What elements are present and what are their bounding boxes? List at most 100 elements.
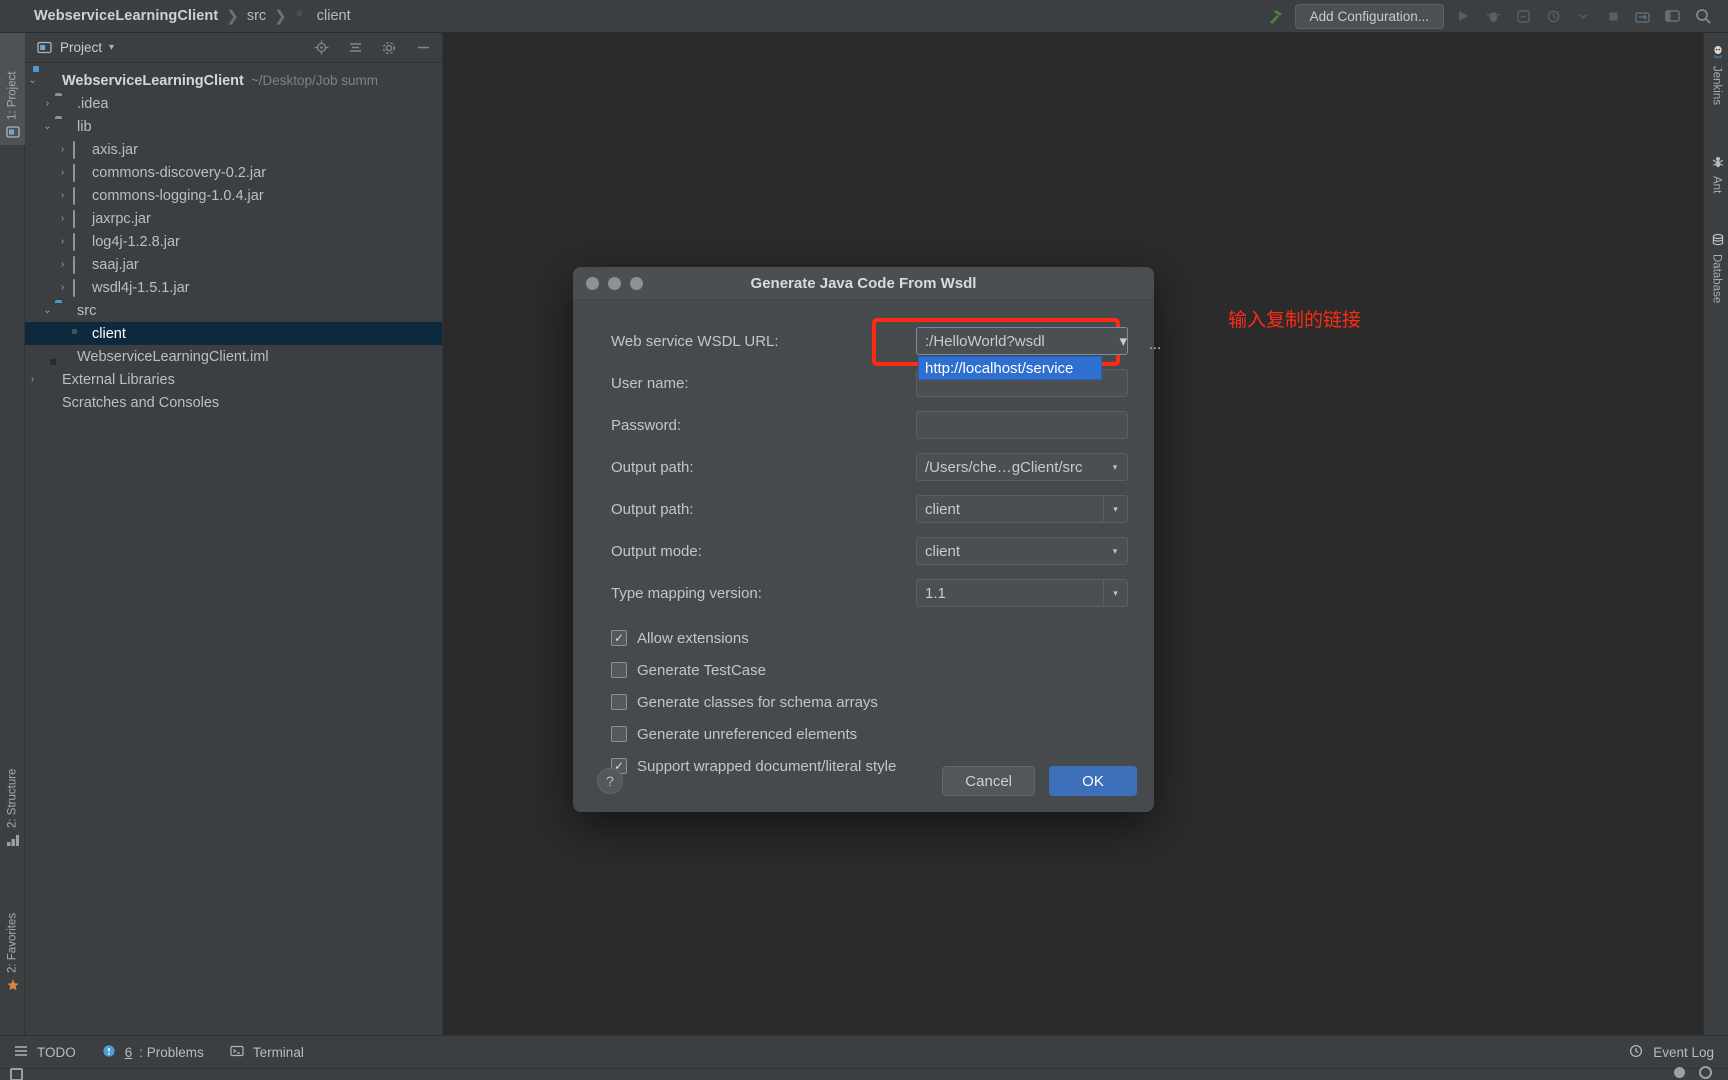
- hide-panel-icon[interactable]: [412, 37, 434, 59]
- output-mode-combo[interactable]: client ▾: [916, 537, 1128, 565]
- chevron-down-icon[interactable]: ▾: [1103, 454, 1127, 480]
- tree-disclosure-arrow-icon[interactable]: ›: [40, 98, 55, 109]
- tree-row[interactable]: › saaj.jar: [25, 253, 442, 276]
- type-mapping-version-combo[interactable]: 1.1 ▾: [916, 579, 1128, 607]
- checkbox-checked-icon[interactable]: ✓: [611, 630, 627, 646]
- help-button[interactable]: ?: [597, 768, 623, 794]
- tree-row[interactable]: ⌄ src: [25, 299, 442, 322]
- breadcrumb-client[interactable]: client: [295, 8, 351, 24]
- field-row-wsdl-url: Web service WSDL URL: 输入复制的链接 :/HelloWor…: [589, 309, 1361, 380]
- checkbox-unchecked-icon[interactable]: [611, 694, 627, 710]
- sidebar-item-jenkins[interactable]: Jenkins: [1704, 41, 1728, 135]
- tree-row-label: lib: [77, 118, 92, 135]
- tree-disclosure-arrow-icon[interactable]: ⌄: [25, 75, 40, 86]
- tree-row-label: log4j-1.2.8.jar: [92, 233, 180, 250]
- zoom-button[interactable]: [630, 276, 643, 290]
- tree-row[interactable]: › jaxrpc.jar: [25, 207, 442, 230]
- tree-disclosure-arrow-icon[interactable]: ›: [55, 282, 70, 293]
- wsdl-url-input[interactable]: :/HelloWorld?wsdl ▾: [916, 327, 1128, 355]
- locate-icon[interactable]: [310, 37, 332, 59]
- tree-row[interactable]: › wsdl4j-1.5.1.jar: [25, 276, 442, 299]
- run-coverage-icon[interactable]: [1512, 5, 1534, 27]
- wsdl-url-autocomplete-item[interactable]: http://localhost/service: [918, 356, 1102, 380]
- collapse-all-icon[interactable]: [344, 37, 366, 59]
- chevron-down-icon[interactable]: ▾: [1119, 332, 1127, 350]
- breadcrumb-src[interactable]: src: [247, 8, 266, 24]
- cancel-button[interactable]: Cancel: [942, 766, 1035, 796]
- bottom-item-terminal[interactable]: Terminal: [230, 1044, 304, 1060]
- close-button[interactable]: [586, 276, 599, 290]
- tree-row-selected[interactable]: client: [25, 322, 442, 345]
- profiler-icon[interactable]: [1542, 5, 1564, 27]
- chevron-down-icon[interactable]: [1572, 5, 1594, 27]
- jar-icon: [70, 209, 86, 228]
- checkbox-row[interactable]: ✓ Allow extensions: [589, 622, 1128, 654]
- checkbox-unchecked-icon[interactable]: [611, 726, 627, 742]
- tree-row-label: WebserviceLearningClient: [62, 72, 244, 89]
- tree-disclosure-arrow-icon[interactable]: ›: [55, 190, 70, 201]
- chevron-down-icon[interactable]: ▾: [1103, 496, 1127, 522]
- sidebar-item-ant[interactable]: Ant: [1704, 151, 1728, 213]
- tree-disclosure-arrow-icon[interactable]: ›: [55, 213, 70, 224]
- hammer-icon[interactable]: [1265, 5, 1287, 27]
- checkbox-row[interactable]: Generate TestCase: [589, 654, 1128, 686]
- notification-icon[interactable]: [1699, 1066, 1712, 1079]
- tree-row-label: commons-logging-1.0.4.jar: [92, 187, 264, 204]
- stop-icon[interactable]: [1602, 5, 1624, 27]
- tree-row[interactable]: › External Libraries: [25, 368, 442, 391]
- tree-disclosure-arrow-icon[interactable]: ›: [55, 167, 70, 178]
- chevron-down-icon[interactable]: ▾: [1103, 538, 1127, 564]
- tree-row[interactable]: › .idea: [25, 92, 442, 115]
- chevron-down-icon[interactable]: ▾: [109, 42, 114, 53]
- sidebar-item-project[interactable]: 1: Project: [0, 33, 25, 145]
- event-log-button[interactable]: Event Log: [1629, 1044, 1714, 1060]
- memory-indicator-icon[interactable]: [10, 1068, 23, 1080]
- checkbox-row[interactable]: Generate unreferenced elements: [589, 718, 1128, 750]
- add-configuration-button[interactable]: Add Configuration...: [1294, 3, 1444, 29]
- output-path-2-value: client: [925, 500, 961, 518]
- tree-row-path: ~/Desktop/Job summ: [250, 73, 379, 88]
- tree-row[interactable]: › axis.jar: [25, 138, 442, 161]
- checkbox-unchecked-icon[interactable]: [611, 662, 627, 678]
- ok-button[interactable]: OK: [1049, 766, 1137, 796]
- checkbox-row[interactable]: Generate classes for schema arrays: [589, 686, 1128, 718]
- layout-icon[interactable]: [1662, 5, 1684, 27]
- git-update-icon[interactable]: [1632, 5, 1654, 27]
- tree-disclosure-arrow-icon[interactable]: ⌄: [40, 121, 55, 132]
- search-icon[interactable]: [1692, 5, 1714, 27]
- tree-row[interactable]: ⌄ WebserviceLearningClient ~/Desktop/Job s…: [25, 69, 442, 92]
- tree-disclosure-arrow-icon[interactable]: ›: [55, 144, 70, 155]
- package-folder-icon: [295, 8, 311, 24]
- browse-ellipsis-button[interactable]: ...: [1144, 331, 1166, 353]
- settings-gear-icon[interactable]: [378, 37, 400, 59]
- wsdl-url-value: :/HelloWorld?wsdl: [925, 332, 1045, 350]
- tree-disclosure-arrow-icon[interactable]: ›: [55, 259, 70, 270]
- debug-icon[interactable]: [1482, 5, 1504, 27]
- bottom-item-todo[interactable]: TODO: [14, 1044, 76, 1060]
- status-strip: [0, 1066, 1728, 1080]
- minimize-button[interactable]: [608, 276, 621, 290]
- tree-row[interactable]: › commons-logging-1.0.4.jar: [25, 184, 442, 207]
- tree-row[interactable]: ⌄ lib: [25, 115, 442, 138]
- run-icon[interactable]: [1452, 5, 1474, 27]
- chevron-down-icon[interactable]: ▾: [1103, 580, 1127, 606]
- bottom-item-problems[interactable]: 6 : Problems: [102, 1044, 204, 1060]
- sidebar-item-database[interactable]: Database: [1704, 229, 1728, 333]
- tree-row[interactable]: › log4j-1.2.8.jar: [25, 230, 442, 253]
- tree-row[interactable]: Scratches and Consoles: [25, 391, 442, 414]
- output-path-1-combo[interactable]: /Users/che…gClient/src ▾: [916, 453, 1128, 481]
- password-input[interactable]: [916, 411, 1128, 439]
- sidebar-item-ant-label: Ant: [1710, 176, 1723, 194]
- tree-disclosure-arrow-icon[interactable]: ›: [25, 374, 40, 385]
- breadcrumb-project[interactable]: WebserviceLearningClient: [34, 8, 218, 24]
- sidebar-item-favorites-label: 2: Favorites: [6, 912, 19, 973]
- tree-row[interactable]: WebserviceLearningClient.iml: [25, 345, 442, 368]
- sidebar-item-favorites[interactable]: 2: Favorites: [0, 868, 25, 998]
- tree-row[interactable]: › commons-discovery-0.2.jar: [25, 161, 442, 184]
- tree-disclosure-arrow-icon[interactable]: ⌄: [40, 305, 55, 316]
- bottom-toolbar: TODO 6 : Problems Terminal Event Log: [0, 1035, 1728, 1068]
- project-panel-title[interactable]: Project ▾: [37, 40, 114, 56]
- sidebar-item-structure[interactable]: 2: Structure: [0, 723, 25, 853]
- output-path-2-combo[interactable]: client ▾: [916, 495, 1128, 523]
- tree-disclosure-arrow-icon[interactable]: ›: [55, 236, 70, 247]
